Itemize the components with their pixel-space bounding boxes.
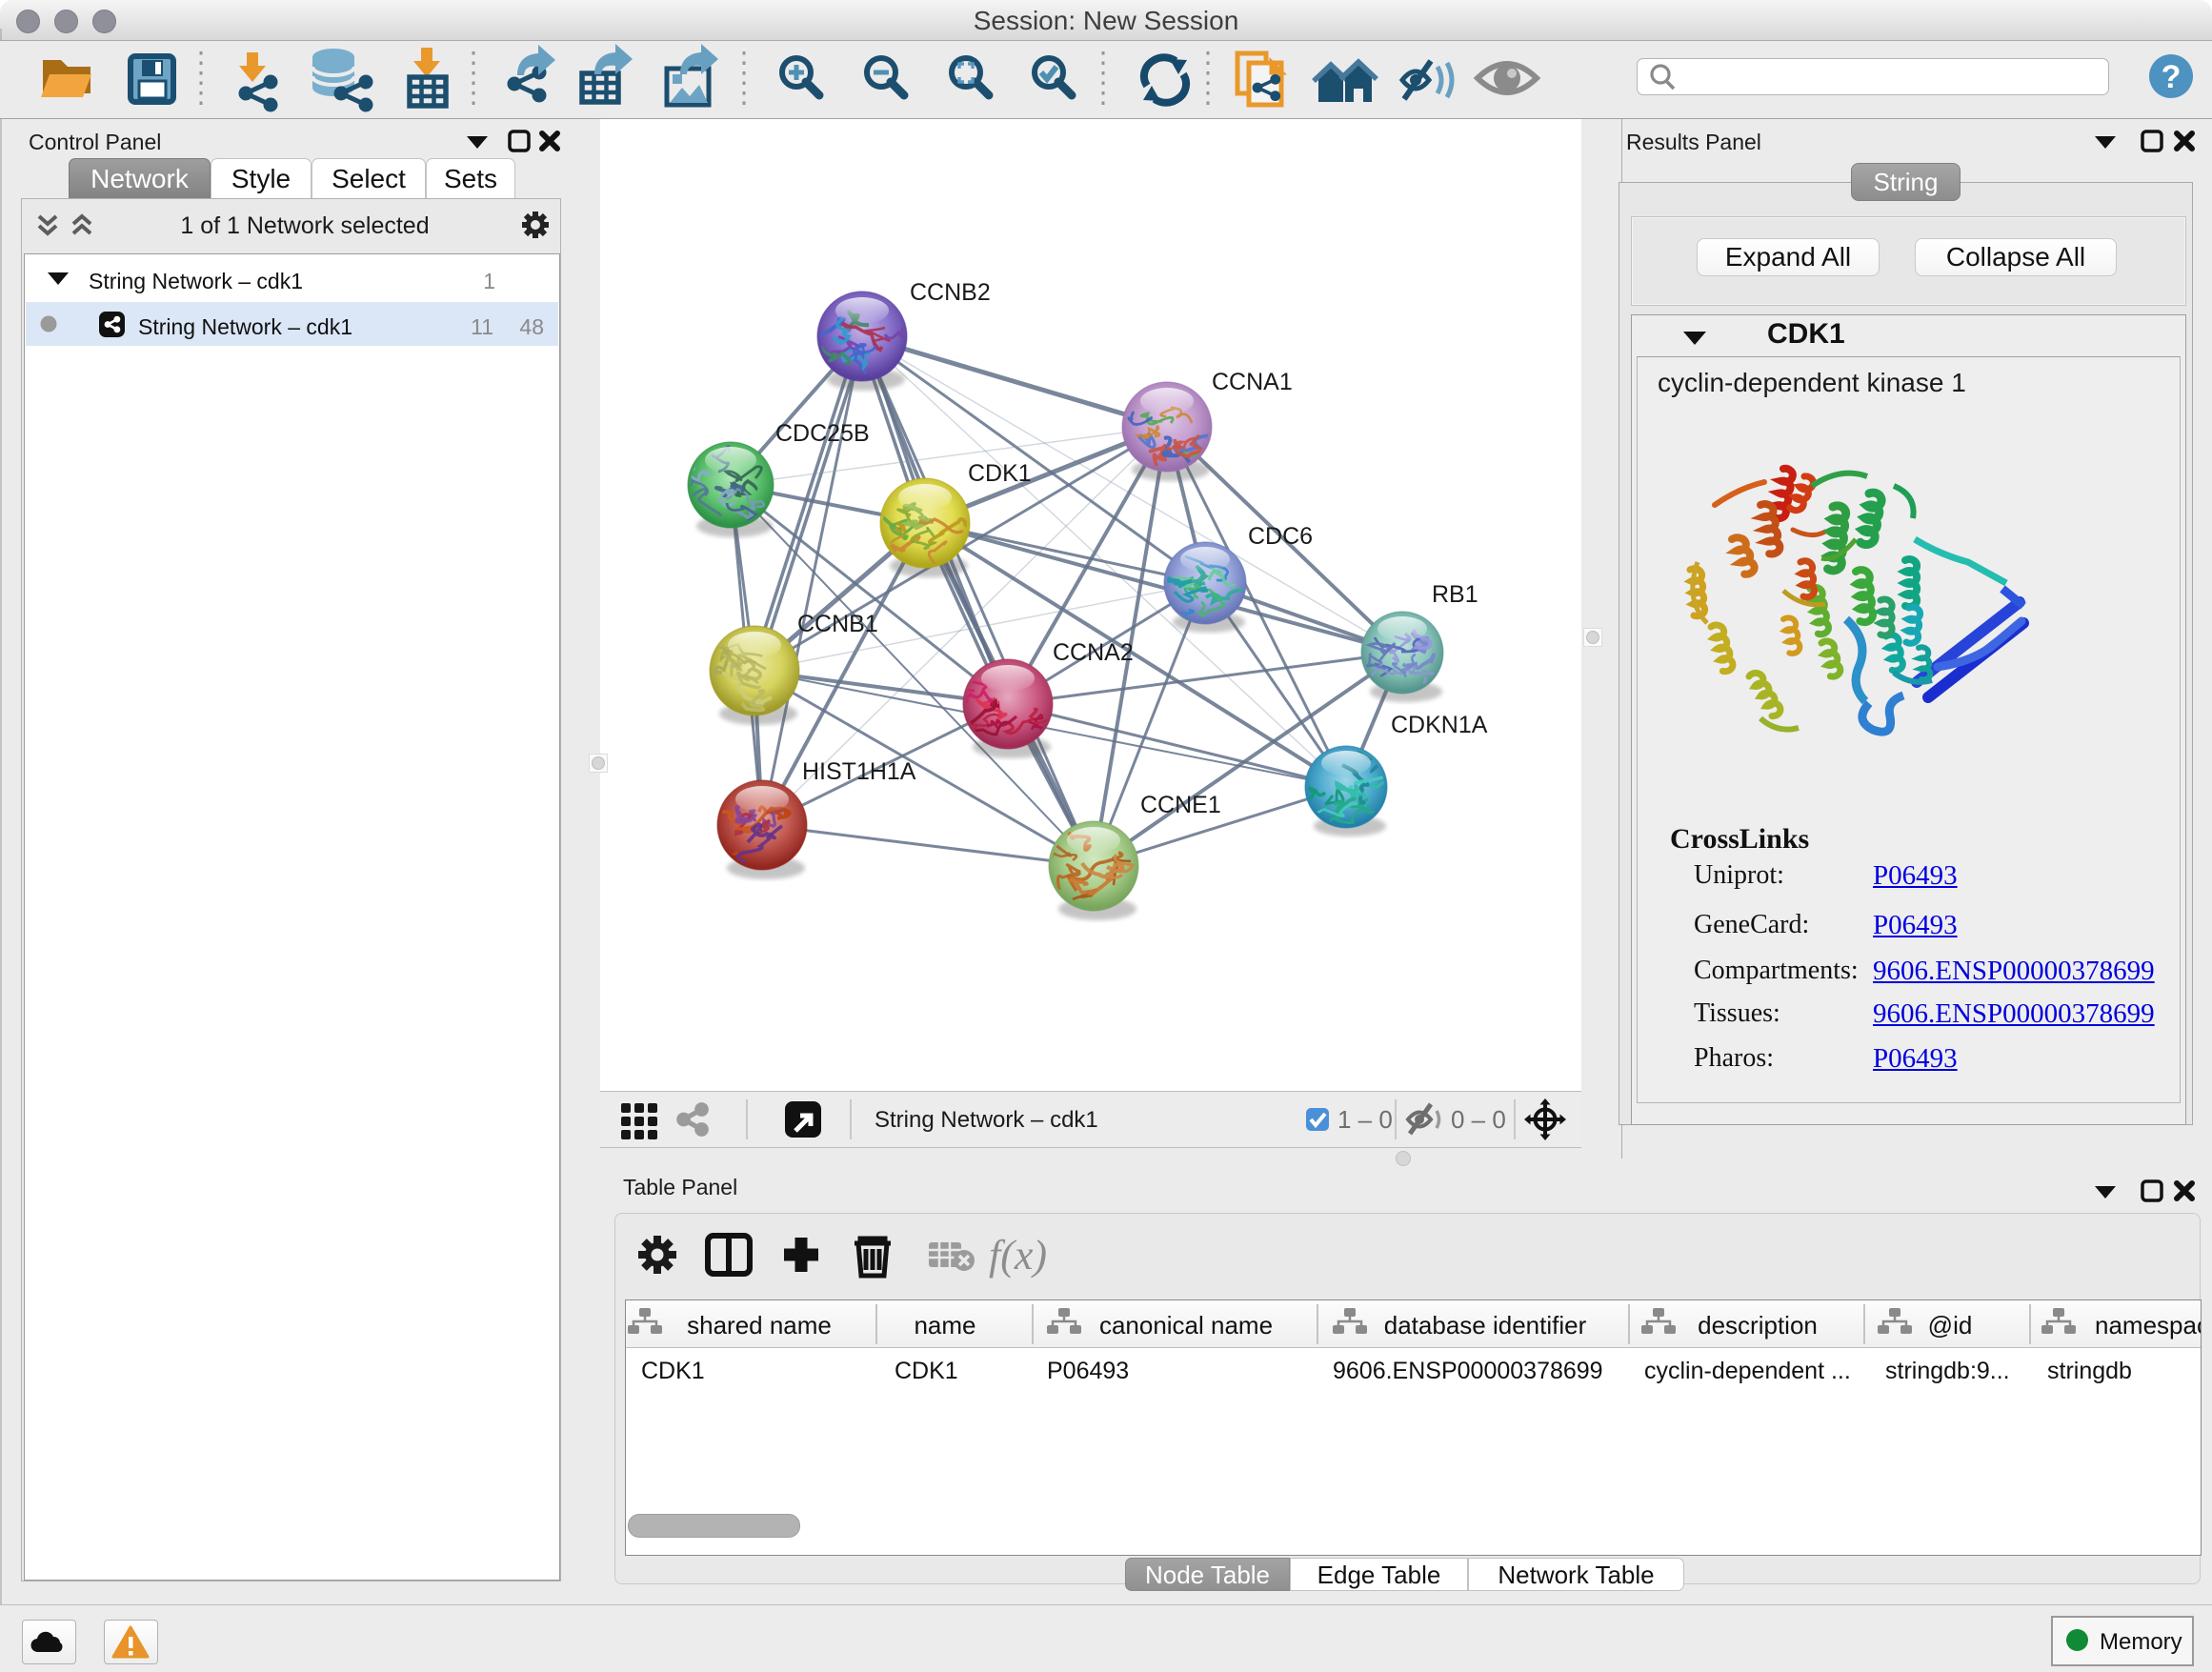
- svg-text:CCNA1: CCNA1: [1212, 369, 1293, 395]
- svg-text:canonical name: canonical name: [1099, 1311, 1273, 1340]
- svg-text:1 – 0: 1 – 0: [1337, 1105, 1393, 1134]
- svg-text:namespac: namespac: [2095, 1311, 2201, 1340]
- svg-text:CDC25B: CDC25B: [775, 420, 870, 447]
- svg-text:name: name: [914, 1311, 975, 1340]
- svg-text:database identifier: database identifier: [1384, 1311, 1587, 1340]
- svg-text:0 – 0: 0 – 0: [1451, 1105, 1506, 1134]
- svg-text:f(x): f(x): [989, 1232, 1047, 1279]
- svg-text:RB1: RB1: [1432, 581, 1478, 608]
- svg-text:String Network – cdk1: String Network – cdk1: [875, 1107, 1098, 1133]
- svg-text:CDC6: CDC6: [1248, 523, 1313, 550]
- svg-text:CCNE1: CCNE1: [1140, 792, 1221, 818]
- svg-text:@id: @id: [1928, 1311, 1973, 1340]
- svg-text:CCNB1: CCNB1: [797, 611, 878, 637]
- svg-text:description: description: [1698, 1311, 1818, 1340]
- svg-text:CDK1: CDK1: [968, 460, 1032, 487]
- svg-text:HIST1H1A: HIST1H1A: [802, 758, 916, 785]
- svg-text:shared name: shared name: [687, 1311, 832, 1340]
- svg-text:?: ?: [2162, 59, 2182, 95]
- svg-text:CDKN1A: CDKN1A: [1391, 712, 1488, 738]
- svg-text:CCNB2: CCNB2: [910, 279, 991, 306]
- svg-text:CCNA2: CCNA2: [1053, 639, 1134, 666]
